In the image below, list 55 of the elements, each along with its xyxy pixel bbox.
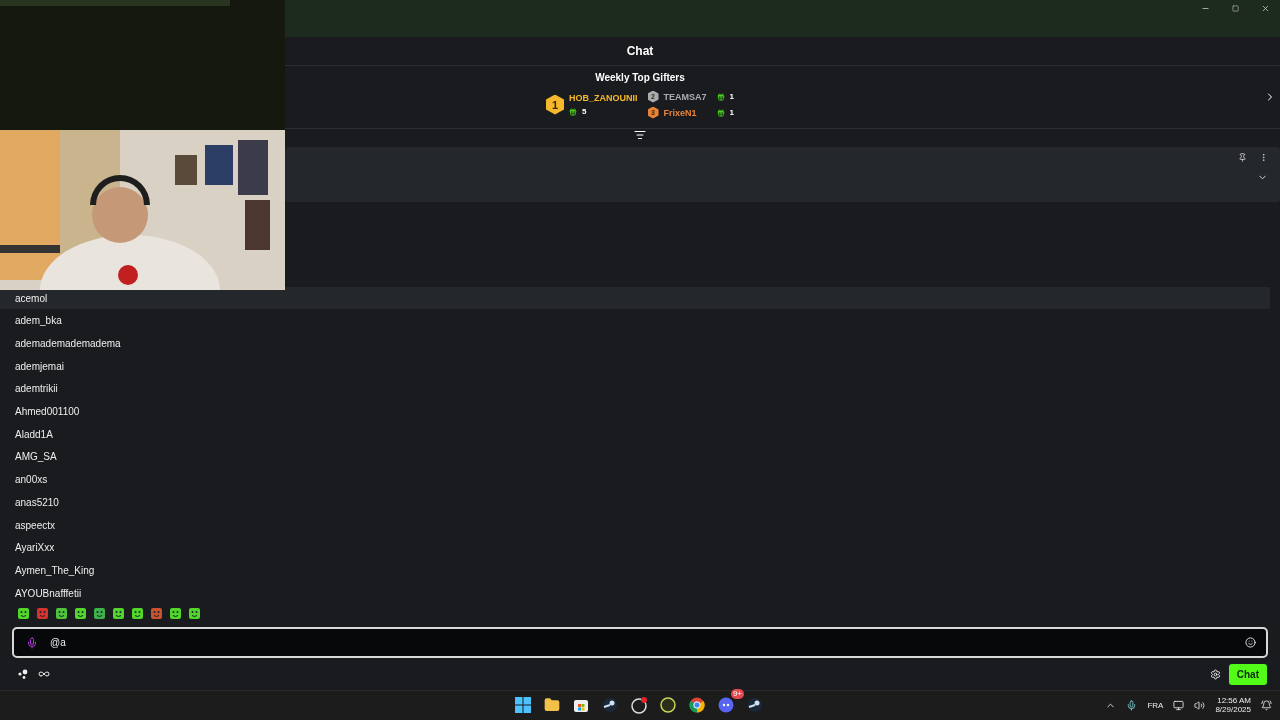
mention-suggestion[interactable]: ademtrikii (0, 377, 1270, 401)
network-icon[interactable] (1173, 699, 1185, 711)
mic-icon[interactable] (1126, 699, 1138, 711)
clock-date[interactable]: 8/29/2025 (1215, 705, 1251, 715)
mention-suggestion[interactable]: anas5210 (0, 490, 1270, 514)
mention-suggestion[interactable]: an00xs (0, 468, 1270, 491)
mention-suggestion[interactable]: aspeectx (0, 513, 1270, 537)
settings-icon[interactable] (1209, 668, 1221, 680)
mention-suggestion[interactable]: Aymen_The_King (0, 559, 1270, 582)
gifter-name: HOB_ZANOUNII (569, 93, 638, 104)
collapse-icon[interactable] (634, 129, 646, 142)
clock-time[interactable]: 12:56 AM (1217, 696, 1251, 706)
emote-icon[interactable] (131, 607, 144, 621)
emoji-icon[interactable] (1245, 637, 1256, 649)
message-input[interactable]: @a (48, 636, 1235, 650)
gift-icon (716, 108, 725, 117)
gift-icon (716, 92, 725, 101)
mention-suggestion[interactable]: Aladd1A (0, 422, 1270, 446)
mention-suggestion[interactable]: acemol (0, 286, 1270, 310)
emote-icon[interactable] (169, 607, 182, 621)
gift-count: 1 (729, 92, 734, 102)
pin-icon[interactable] (1238, 152, 1247, 162)
notification-badge: 9+ (730, 689, 744, 700)
emote-icon[interactable] (17, 607, 30, 621)
mention-suggestion[interactable]: adem_bka (0, 309, 1270, 333)
chat-send-button[interactable]: Chat (1228, 663, 1267, 685)
infinity-icon[interactable] (38, 668, 50, 680)
mention-suggestion[interactable]: ademademademadema (0, 332, 1270, 355)
mention-suggestion[interactable]: AyariXxx (0, 536, 1270, 560)
notification-icon[interactable] (1261, 699, 1272, 711)
mic-icon[interactable] (26, 636, 38, 649)
dots-icon[interactable] (18, 669, 30, 679)
gift-icon (569, 107, 577, 116)
volume-icon[interactable] (1194, 699, 1206, 711)
mention-suggestion[interactable]: AYOUBnafffetii (0, 581, 1270, 605)
rank-badge: 1 (546, 94, 564, 115)
gift-count: 1 (729, 108, 734, 118)
mention-suggestion[interactable]: Ahmed001100 (0, 400, 1270, 423)
language-indicator[interactable]: FRA (1147, 700, 1164, 710)
emote-icon[interactable] (93, 607, 106, 621)
gifters-title: Weekly Top Gifters (595, 71, 685, 83)
discord-icon[interactable] (718, 697, 734, 714)
emote-icon[interactable] (74, 607, 87, 621)
gift-count: 5 (582, 107, 587, 117)
gifter-name: TEAMSA7 (663, 91, 708, 102)
more-icon[interactable] (1259, 152, 1268, 162)
chat-title: Chat (626, 43, 654, 58)
mention-suggestion[interactable]: AMG_SA (0, 445, 1270, 469)
message-field[interactable]: @a (12, 626, 1268, 659)
emote-icon[interactable] (112, 607, 125, 621)
mention-suggestion[interactable]: ademjemai (0, 354, 1270, 378)
emote-icon[interactable] (55, 607, 68, 621)
emote-icon[interactable] (188, 607, 201, 621)
gifter-name: FrixeN1 (663, 107, 698, 118)
emote-icon[interactable] (150, 607, 163, 621)
